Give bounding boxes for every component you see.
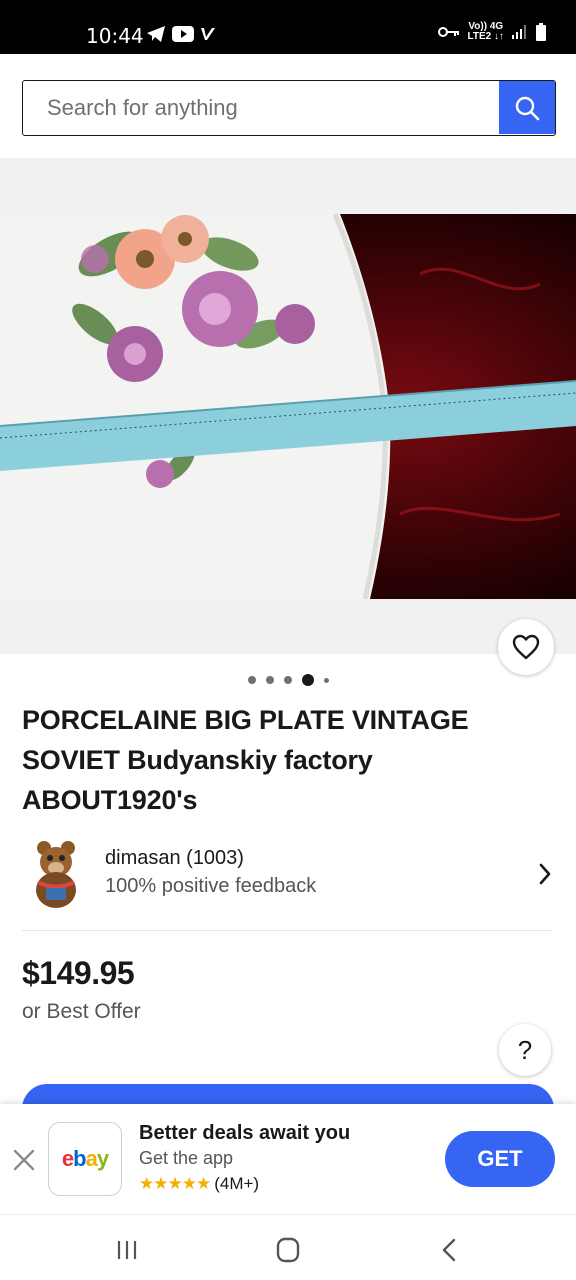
best-offer-label: or Best Offer: [22, 1000, 141, 1023]
help-button[interactable]: ?: [499, 1024, 551, 1076]
get-app-button[interactable]: GET: [445, 1131, 555, 1187]
search-icon: [515, 96, 540, 120]
carousel-dot-active[interactable]: [301, 674, 314, 686]
network-type: Vo)) 4G LTE2 ↓↑: [467, 21, 504, 42]
carousel-indicator: [0, 674, 576, 686]
status-time: 10:44: [86, 24, 144, 48]
vk-icon: [201, 28, 215, 40]
telegram-icon: [147, 26, 165, 42]
carousel-dot[interactable]: [323, 677, 329, 683]
seller-avatar: [32, 838, 80, 908]
battery-icon: [536, 23, 546, 41]
product-photo[interactable]: [0, 214, 576, 599]
search-button[interactable]: [499, 81, 555, 134]
status-bar: 10:44 Vo)) 4G LTE2 ↓↑: [0, 0, 576, 54]
system-nav-bar: [0, 1214, 576, 1280]
star-rating-icon: ★★★★★: [139, 1174, 211, 1193]
app-install-banner: ebay Better deals await you Get the app …: [0, 1104, 576, 1214]
system-indicators: Vo)) 4G LTE2 ↓↑: [437, 21, 546, 42]
notification-icons: [146, 25, 216, 43]
banner-subtitle: Get the app: [139, 1148, 234, 1168]
home-icon[interactable]: [276, 1237, 300, 1263]
divider: [22, 930, 552, 931]
price: $149.95: [22, 955, 135, 991]
carousel-dot[interactable]: [247, 676, 256, 684]
youtube-icon: [172, 26, 194, 42]
listing-title: PORCELAINE BIG PLATE VINTAGE SOVIET Budy…: [22, 705, 469, 815]
seller-row[interactable]: dimasan (1003) 100% positive feedback: [22, 838, 552, 910]
search-bar: [22, 80, 556, 136]
vpn-key-icon: [437, 27, 459, 37]
app-rating: ★★★★★ (4M+): [139, 1174, 259, 1194]
search-input[interactable]: [23, 81, 501, 134]
chevron-right-icon: [539, 863, 551, 885]
seller-name: dimasan (1003): [105, 847, 244, 869]
banner-title: Better deals await you: [139, 1122, 351, 1144]
close-icon[interactable]: [12, 1148, 36, 1172]
recent-apps-icon[interactable]: [116, 1239, 138, 1261]
seller-feedback: 100% positive feedback: [105, 875, 317, 897]
carousel-dot[interactable]: [265, 676, 274, 684]
heart-icon: [512, 634, 540, 660]
back-icon[interactable]: [441, 1237, 457, 1263]
carousel-dot[interactable]: [283, 676, 292, 684]
ebay-logo: ebay: [48, 1122, 122, 1196]
watch-button[interactable]: [498, 619, 554, 675]
signal-icon: [512, 25, 526, 39]
rating-count: (4M+): [214, 1174, 260, 1193]
